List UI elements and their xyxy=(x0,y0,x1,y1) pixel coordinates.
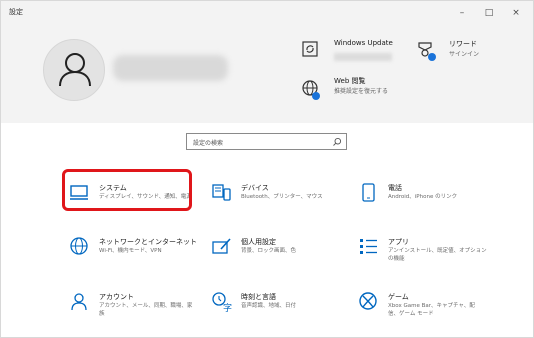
tile-personalization-subtitle: 背景、ロック画面、色 xyxy=(241,248,297,254)
tile-personalization-title: 個人用設定 xyxy=(241,238,276,246)
search-input[interactable]: 設定の検索 xyxy=(193,138,223,147)
tile-time-language[interactable]: 字 時刻と言語 音声認識、地域、日付 xyxy=(211,289,341,325)
rewards-badge xyxy=(428,53,436,61)
windows-update-title: Windows Update xyxy=(334,39,393,47)
xbox-icon xyxy=(359,292,377,310)
tile-devices[interactable]: デバイス Bluetooth、プリンター、マウス xyxy=(211,180,341,216)
rewards-link[interactable]: リワード サインイン xyxy=(415,37,525,73)
tile-time-language-subtitle: 音声認識、地域、日付 xyxy=(241,303,297,309)
tile-personalization[interactable]: 個人用設定 背景、ロック画面、色 xyxy=(211,234,341,270)
tile-phone-title: 電話 xyxy=(388,184,402,192)
account-icon xyxy=(71,293,87,311)
personalization-icon xyxy=(212,238,231,254)
search-icon[interactable] xyxy=(332,137,342,147)
settings-window: 設定 – □ × Windows Update リワード サインイン Web 閲… xyxy=(0,0,534,338)
tile-network[interactable]: ネットワークとインターネット Wi-Fi、機内モード、VPN xyxy=(69,234,199,270)
svg-text:字: 字 xyxy=(223,302,232,313)
account-name-blurred xyxy=(113,55,228,81)
tile-accounts-subtitle: アカウント、メール、同期、職場、家 xyxy=(99,303,193,309)
phone-icon xyxy=(362,183,375,202)
web-browse-link[interactable]: Web 閲覧 推奨設定を復元する xyxy=(296,74,416,110)
person-icon xyxy=(59,53,91,87)
web-browse-subtitle: 推奨設定を復元する xyxy=(334,88,389,95)
windows-update-icon xyxy=(302,41,318,57)
tile-network-title: ネットワークとインターネット xyxy=(99,238,197,246)
devices-icon xyxy=(212,184,231,201)
globe-icon xyxy=(70,237,88,255)
tile-accounts[interactable]: アカウント アカウント、メール、同期、職場、家 族 xyxy=(69,289,199,325)
web-browse-badge xyxy=(312,92,320,100)
tile-gaming[interactable]: ゲーム Xbox Game Bar、キャプチャ、配 信、ゲーム モード xyxy=(358,289,488,325)
tile-apps[interactable]: アプリ アンインストール、既定値、オプション の機能 xyxy=(358,234,488,270)
tile-apps-title: アプリ xyxy=(388,238,409,246)
tile-devices-title: デバイス xyxy=(241,184,269,192)
account-header: Windows Update リワード サインイン Web 閲覧 推奨設定を復元… xyxy=(1,25,533,123)
tile-phone[interactable]: 電話 Android、iPhone のリンク xyxy=(358,180,488,216)
minimize-button[interactable]: – xyxy=(453,5,471,21)
tile-gaming-subtitle-line2: 信、ゲーム モード xyxy=(388,311,434,317)
windows-update-link[interactable]: Windows Update xyxy=(296,37,406,73)
close-button[interactable]: × xyxy=(507,5,525,21)
tile-apps-subtitle: アンインストール、既定値、オプション xyxy=(388,248,487,254)
tile-time-language-title: 時刻と言語 xyxy=(241,293,276,301)
time-language-icon: 字 xyxy=(212,292,232,313)
web-browse-title: Web 閲覧 xyxy=(334,77,366,85)
tile-gaming-title: ゲーム xyxy=(388,293,409,301)
maximize-button[interactable]: □ xyxy=(480,5,498,21)
settings-search-box[interactable]: 設定の検索 xyxy=(186,133,347,150)
tile-accounts-title: アカウント xyxy=(99,293,134,301)
apps-icon xyxy=(360,239,377,254)
windows-update-status-blurred xyxy=(334,53,392,61)
tile-accounts-subtitle-line2: 族 xyxy=(99,311,105,317)
tile-network-subtitle: Wi-Fi、機内モード、VPN xyxy=(99,248,162,254)
avatar[interactable] xyxy=(43,39,105,101)
rewards-title: リワード xyxy=(449,40,477,48)
tile-gaming-subtitle: Xbox Game Bar、キャプチャ、配 xyxy=(388,303,475,309)
tile-devices-subtitle: Bluetooth、プリンター、マウス xyxy=(241,194,323,200)
tile-phone-subtitle: Android、iPhone のリンク xyxy=(388,194,458,200)
rewards-subtitle: サインイン xyxy=(449,51,480,58)
system-highlight-box xyxy=(62,169,192,211)
title-bar: 設定 – □ × xyxy=(1,1,533,25)
tile-apps-subtitle-line2: の機能 xyxy=(388,256,405,262)
window-title: 設定 xyxy=(9,8,23,16)
